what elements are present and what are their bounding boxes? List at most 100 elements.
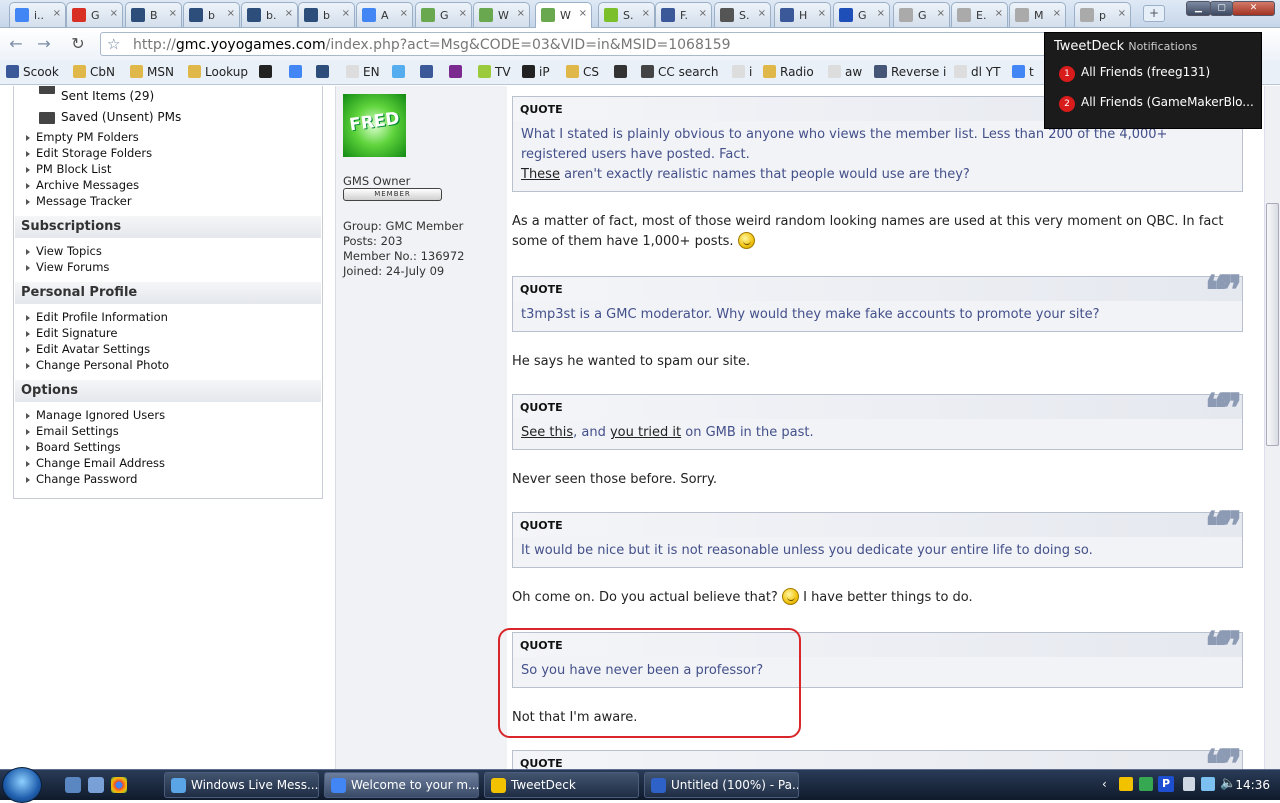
tab-close-icon[interactable]: ×: [459, 8, 467, 19]
tab-close-icon[interactable]: ×: [699, 8, 707, 19]
tab-close-icon[interactable]: ×: [995, 8, 1003, 19]
bookmark-item[interactable]: Radio: [763, 64, 814, 81]
sidebar-link[interactable]: Change Password: [25, 472, 137, 486]
tab-close-icon[interactable]: ×: [1053, 8, 1061, 19]
sidebar-link[interactable]: Empty PM Folders: [26, 130, 139, 144]
minimize-button[interactable]: ▁: [1186, 1, 1211, 16]
browser-tab[interactable]: B ×: [125, 2, 182, 27]
browser-tab[interactable]: F. ×: [655, 2, 712, 27]
switch-windows-icon[interactable]: [88, 777, 104, 793]
sidebar-link[interactable]: Archive Messages: [25, 178, 139, 192]
sidebar-link[interactable]: Edit Storage Folders: [25, 146, 152, 160]
chrome-icon[interactable]: [111, 777, 127, 793]
bookmark-item[interactable]: [392, 64, 409, 81]
sidebar-folder-sent[interactable]: Sent Items (29): [61, 89, 154, 103]
tab-close-icon[interactable]: ×: [937, 8, 945, 19]
clock[interactable]: 14:36: [1235, 778, 1270, 792]
tab-close-icon[interactable]: ×: [169, 8, 177, 19]
tab-close-icon[interactable]: ×: [285, 8, 293, 19]
show-desktop-icon[interactable]: [65, 777, 81, 793]
bookmark-item[interactable]: [449, 64, 466, 81]
new-tab-button[interactable]: +: [1143, 5, 1165, 22]
bookmark-item[interactable]: aw: [828, 64, 862, 81]
browser-tab[interactable]: G ×: [66, 2, 123, 27]
volume-icon[interactable]: 🔈: [1220, 776, 1236, 791]
tab-close-icon[interactable]: ×: [579, 8, 587, 19]
taskbar-button[interactable]: Windows Live Mess...: [164, 772, 319, 798]
tab-close-icon[interactable]: ×: [53, 8, 61, 19]
avatar[interactable]: FRED: [343, 94, 406, 157]
sidebar-link[interactable]: Edit Signature: [25, 326, 117, 340]
browser-tab[interactable]: b ×: [183, 2, 240, 27]
bookmark-item[interactable]: dl YT: [954, 64, 1000, 81]
browser-tab[interactable]: W ×: [473, 2, 530, 27]
sidebar-link[interactable]: Message Tracker: [26, 194, 132, 208]
address-bar[interactable]: ☆ http://gmc.yoyogames.com/index.php?act…: [100, 32, 1050, 56]
sidebar-link[interactable]: Board Settings: [26, 440, 121, 454]
quote-link[interactable]: you tried it: [610, 425, 681, 440]
bookmark-item[interactable]: EN: [346, 64, 380, 81]
reload-button[interactable]: ↻: [66, 33, 90, 55]
sidebar-link[interactable]: Change Personal Photo: [25, 358, 169, 372]
sidebar-link[interactable]: Edit Profile Information: [26, 310, 168, 324]
browser-tab[interactable]: p ×: [1074, 2, 1131, 27]
browser-tab[interactable]: S. ×: [714, 2, 771, 27]
messenger-tray-icon[interactable]: [1139, 777, 1153, 791]
sidebar-link[interactable]: PM Block List: [25, 162, 111, 176]
taskbar-button[interactable]: Welcome to your m...: [324, 772, 479, 798]
sidebar-link[interactable]: Change Email Address: [25, 456, 165, 470]
bookmark-item[interactable]: [259, 64, 276, 81]
p-tray-icon[interactable]: P: [1158, 776, 1174, 792]
tab-close-icon[interactable]: ×: [642, 8, 650, 19]
sidebar-link[interactable]: Manage Ignored Users: [25, 408, 165, 422]
bookmark-item[interactable]: Reverse i: [874, 64, 946, 81]
taskbar-button[interactable]: Untitled (100%) - Pa...: [644, 772, 799, 798]
sidebar-link[interactable]: View Forums: [25, 260, 109, 274]
tab-close-icon[interactable]: ×: [1118, 8, 1126, 19]
browser-tab[interactable]: W ×: [535, 2, 592, 28]
sidebar-link[interactable]: Email Settings: [26, 424, 119, 438]
browser-tab[interactable]: S. ×: [598, 2, 655, 27]
bookmark-item[interactable]: [316, 64, 333, 81]
bookmark-item[interactable]: TV: [478, 64, 511, 81]
bookmark-star-icon[interactable]: ☆: [107, 35, 120, 53]
browser-tab[interactable]: E. ×: [951, 2, 1008, 27]
tray-expand-icon[interactable]: ‹: [1102, 777, 1107, 791]
bookmark-item[interactable]: Scook: [6, 64, 59, 81]
tab-close-icon[interactable]: ×: [227, 8, 235, 19]
bookmark-item[interactable]: MSN: [130, 64, 174, 81]
browser-tab[interactable]: M ×: [1009, 2, 1066, 27]
tab-close-icon[interactable]: ×: [517, 8, 525, 19]
bookmark-item[interactable]: CC search: [641, 64, 718, 81]
notification-row[interactable]: 2 All Friends (GameMakerBlo...: [1059, 95, 1254, 112]
forward-button[interactable]: →: [32, 33, 56, 55]
bookmark-item[interactable]: i: [732, 64, 752, 81]
back-button[interactable]: ←: [4, 33, 28, 55]
network-icon[interactable]: [1201, 777, 1215, 791]
quote-link[interactable]: These: [521, 167, 560, 182]
vertical-scrollbar[interactable]: [1264, 86, 1280, 769]
browser-tab[interactable]: H ×: [774, 2, 831, 27]
bookmark-item[interactable]: t: [1012, 64, 1034, 81]
browser-tab[interactable]: i.. ×: [9, 2, 66, 27]
browser-tab[interactable]: b ×: [298, 2, 355, 27]
tab-close-icon[interactable]: ×: [877, 8, 885, 19]
bookmark-item[interactable]: [614, 64, 631, 81]
bookmark-item[interactable]: CbN: [73, 64, 115, 81]
sidebar-link[interactable]: Edit Avatar Settings: [25, 342, 150, 356]
tab-close-icon[interactable]: ×: [342, 8, 350, 19]
browser-tab[interactable]: G ×: [833, 2, 890, 27]
bookmark-item[interactable]: [420, 64, 437, 81]
maximize-button[interactable]: ▢: [1210, 1, 1233, 16]
start-button[interactable]: [2, 767, 42, 803]
tab-close-icon[interactable]: ×: [400, 8, 408, 19]
bookmark-item[interactable]: iP: [522, 64, 550, 81]
bookmark-item[interactable]: [289, 64, 306, 81]
tab-close-icon[interactable]: ×: [758, 8, 766, 19]
close-window-button[interactable]: ✕: [1232, 1, 1275, 16]
quote-link[interactable]: See this: [521, 425, 573, 440]
tab-close-icon[interactable]: ×: [818, 8, 826, 19]
tab-close-icon[interactable]: ×: [110, 8, 118, 19]
battery-icon[interactable]: [1183, 777, 1195, 791]
scrollbar-thumb[interactable]: [1266, 203, 1279, 446]
